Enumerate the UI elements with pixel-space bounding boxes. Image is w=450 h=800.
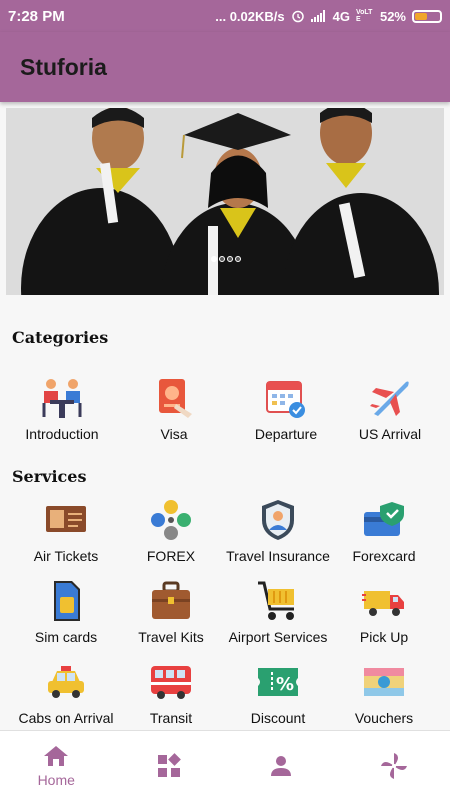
nav-home-label: Home: [37, 771, 75, 788]
svg-text:%: %: [276, 674, 294, 695]
sim-card-icon: [54, 581, 80, 621]
service-travel-insurance[interactable]: Travel Insurance: [222, 498, 334, 564]
discount-icon: %: [258, 668, 298, 696]
category-visa[interactable]: Visa: [118, 376, 230, 442]
service-forexcard[interactable]: Forexcard: [328, 498, 440, 564]
meeting-icon: [42, 379, 82, 418]
alarm-icon: [291, 10, 304, 23]
category-introduction[interactable]: Introduction: [6, 376, 118, 442]
currency-exchange-icon: [151, 500, 191, 540]
briefcase-icon: [152, 581, 190, 619]
nav-home[interactable]: Home: [0, 731, 113, 800]
service-travel-kits[interactable]: Travel Kits: [115, 579, 227, 645]
service-label: Vouchers: [354, 710, 414, 726]
services-heading: Services: [12, 467, 87, 486]
service-label: Cabs on Arrival: [18, 710, 114, 726]
passport-icon: [159, 379, 192, 418]
category-label: Visa: [160, 426, 188, 442]
service-air-tickets[interactable]: Air Tickets: [10, 498, 122, 564]
service-label: Travel Insurance: [226, 548, 330, 564]
service-pick-up[interactable]: Pick Up: [328, 579, 440, 645]
app-title: Stuforia: [20, 53, 107, 80]
service-label: Sim cards: [34, 629, 98, 645]
service-label: Transit: [149, 710, 193, 726]
network-speed: ... 0.02KB/s: [215, 8, 285, 24]
service-label: FOREX: [146, 548, 196, 564]
service-sim-cards[interactable]: Sim cards: [10, 579, 122, 645]
service-label: Forexcard: [352, 548, 416, 564]
carousel-dot[interactable]: [227, 256, 233, 262]
categories-heading: Categories: [12, 328, 109, 347]
service-label: Travel Kits: [138, 629, 204, 645]
service-airport-services[interactable]: Airport Services: [222, 579, 334, 645]
carousel-dot[interactable]: [211, 256, 217, 262]
bottom-navigation: Home: [0, 730, 450, 800]
graduates-image: [6, 108, 444, 295]
service-forex[interactable]: FOREX: [115, 498, 227, 564]
battery-icon: [412, 9, 442, 23]
service-vouchers[interactable]: Vouchers: [328, 660, 440, 726]
network-type: 4G: [332, 8, 350, 24]
pinwheel-icon: [380, 752, 407, 779]
carousel-dot[interactable]: [235, 256, 241, 262]
bus-icon: [151, 666, 191, 699]
category-label: Introduction: [25, 426, 99, 442]
category-us-arrival[interactable]: US Arrival: [334, 376, 446, 442]
airplane-icon: [370, 381, 409, 416]
banner-carousel[interactable]: [6, 108, 444, 295]
carousel-indicator: [211, 256, 241, 262]
calendar-icon: [266, 381, 305, 418]
voucher-icon: [364, 668, 404, 696]
widgets-icon: [157, 752, 181, 777]
status-indicators: ... 0.02KB/s 4G VoLTE 52%: [215, 9, 442, 24]
signal-icon: [310, 10, 325, 22]
category-label: US Arrival: [358, 426, 422, 442]
category-label: Departure: [254, 426, 318, 442]
app-bar: Stuforia: [0, 32, 450, 102]
luggage-cart-icon: [258, 581, 294, 620]
status-bar: 7:28 PM ... 0.02KB/s 4G VoLTE 52%: [0, 0, 450, 32]
status-time: 7:28 PM: [8, 7, 65, 25]
profile-icon: [271, 755, 292, 776]
battery-percent: 52%: [379, 8, 406, 24]
taxi-icon: [48, 666, 84, 698]
forex-card-icon: [364, 502, 404, 536]
service-label: Airport Services: [228, 629, 328, 645]
nav-more[interactable]: [338, 731, 450, 800]
service-label: Discount: [250, 710, 306, 726]
nav-categories[interactable]: [113, 731, 226, 800]
service-label: Air Tickets: [33, 548, 99, 564]
insurance-shield-icon: [262, 500, 294, 540]
carousel-dot[interactable]: [219, 256, 225, 262]
service-transit[interactable]: Transit: [115, 660, 227, 726]
ticket-icon: [46, 506, 86, 532]
volte-indicator: VoLTE: [355, 9, 373, 23]
service-cabs-on-arrival[interactable]: Cabs on Arrival: [10, 660, 122, 726]
nav-profile[interactable]: [225, 731, 338, 800]
home-icon: [44, 745, 69, 766]
service-label: Pick Up: [359, 629, 409, 645]
category-departure[interactable]: Departure: [230, 376, 342, 442]
delivery-truck-icon: [362, 591, 404, 616]
service-discount[interactable]: % Discount: [222, 660, 334, 726]
